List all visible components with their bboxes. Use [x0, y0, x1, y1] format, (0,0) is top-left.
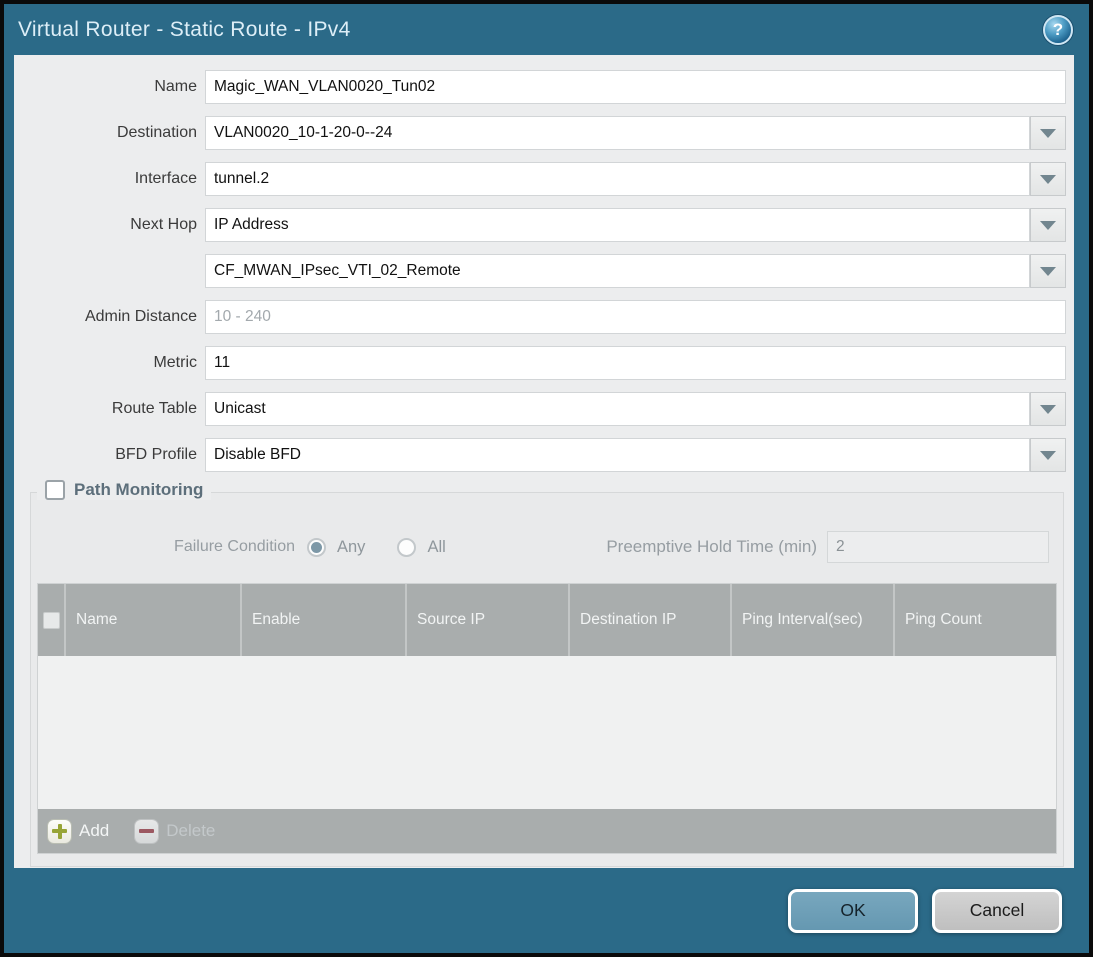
dialog-titlebar: Virtual Router - Static Route - IPv4 ? [4, 4, 1089, 55]
interface-input[interactable] [205, 162, 1030, 196]
help-icon[interactable]: ? [1043, 15, 1073, 45]
name-input[interactable] [205, 70, 1066, 104]
chevron-down-icon [1040, 451, 1056, 460]
form-row-next-hop: Next Hop [14, 208, 1074, 242]
dialog-footer: OK Cancel [4, 868, 1089, 953]
route-table-input[interactable] [205, 392, 1030, 426]
dialog-body: Name Destination Interface [14, 55, 1074, 868]
metric-label: Metric [14, 346, 205, 380]
form-row-route-table: Route Table [14, 392, 1074, 426]
table-header-ping-interval: Ping Interval(sec) [732, 584, 895, 656]
help-glyph: ? [1053, 20, 1063, 40]
table-header-ping-count: Ping Count [895, 584, 1056, 656]
failure-condition-row: Failure Condition Any All Preemptive Hol… [31, 531, 1063, 563]
bfd-profile-dropdown-button[interactable] [1030, 438, 1066, 472]
next-hop-address-label [14, 254, 205, 288]
next-hop-type-dropdown-button[interactable] [1030, 208, 1066, 242]
static-route-form: Name Destination Interface [14, 55, 1074, 472]
table-header-enable: Enable [242, 584, 407, 656]
failure-condition-any-label: Any [337, 538, 365, 557]
form-row-destination: Destination [14, 116, 1074, 150]
path-monitoring-fieldset: Path Monitoring Failure Condition Any Al… [30, 492, 1064, 867]
next-hop-address-input[interactable] [205, 254, 1030, 288]
cancel-button[interactable]: Cancel [932, 889, 1062, 933]
name-label: Name [14, 70, 205, 104]
ok-button[interactable]: OK [788, 889, 918, 933]
route-table-dropdown-button[interactable] [1030, 392, 1066, 426]
destination-input[interactable] [205, 116, 1030, 150]
form-row-bfd-profile: BFD Profile [14, 438, 1074, 472]
delete-button[interactable]: Delete [135, 820, 215, 843]
plus-icon [48, 820, 71, 843]
failure-condition-radio-group: Any All [307, 538, 446, 557]
chevron-down-icon [1040, 405, 1056, 414]
admin-distance-label: Admin Distance [14, 300, 205, 334]
form-row-interface: Interface [14, 162, 1074, 196]
table-toolbar: Add Delete [38, 809, 1056, 853]
dialog-title: Virtual Router - Static Route - IPv4 [18, 18, 351, 42]
path-monitoring-checkbox[interactable] [45, 480, 65, 500]
failure-condition-all-label: All [427, 538, 445, 557]
chevron-down-icon [1040, 221, 1056, 230]
failure-condition-any-radio[interactable] [307, 538, 326, 557]
chevron-down-icon [1040, 175, 1056, 184]
path-monitoring-title: Path Monitoring [74, 480, 203, 500]
form-row-next-hop-address [14, 254, 1074, 288]
add-button-label: Add [79, 821, 109, 841]
path-monitoring-table: Name Enable Source IP Destination IP Pin… [37, 583, 1057, 854]
select-all-checkbox[interactable] [43, 612, 60, 629]
route-table-label: Route Table [14, 392, 205, 426]
table-body-empty [38, 656, 1056, 809]
minus-icon [135, 820, 158, 843]
admin-distance-input[interactable] [205, 300, 1066, 334]
delete-button-label: Delete [166, 821, 215, 841]
destination-label: Destination [14, 116, 205, 150]
destination-dropdown-button[interactable] [1030, 116, 1066, 150]
preemptive-hold-time-label: Preemptive Hold Time (min) [606, 537, 827, 557]
preemptive-hold-time-input[interactable] [827, 531, 1049, 563]
chevron-down-icon [1040, 129, 1056, 138]
table-header-row: Name Enable Source IP Destination IP Pin… [38, 584, 1056, 656]
failure-condition-label: Failure Condition [31, 538, 307, 556]
form-row-admin-distance: Admin Distance [14, 300, 1074, 334]
dialog-window: Virtual Router - Static Route - IPv4 ? N… [4, 4, 1089, 953]
preemptive-hold-time-group: Preemptive Hold Time (min) [606, 531, 1049, 563]
chevron-down-icon [1040, 267, 1056, 276]
bfd-profile-input[interactable] [205, 438, 1030, 472]
failure-condition-all-radio[interactable] [397, 538, 416, 557]
table-header-name: Name [66, 584, 242, 656]
table-header-source-ip: Source IP [407, 584, 570, 656]
bfd-profile-label: BFD Profile [14, 438, 205, 472]
next-hop-type-input[interactable] [205, 208, 1030, 242]
table-header-destination-ip: Destination IP [570, 584, 732, 656]
form-row-name: Name [14, 70, 1074, 104]
interface-label: Interface [14, 162, 205, 196]
radio-dot [311, 542, 322, 553]
metric-input[interactable] [205, 346, 1066, 380]
add-button[interactable]: Add [48, 820, 109, 843]
interface-dropdown-button[interactable] [1030, 162, 1066, 196]
next-hop-label: Next Hop [14, 208, 205, 242]
table-header-checkbox-cell [38, 584, 66, 656]
path-monitoring-legend: Path Monitoring [37, 480, 211, 500]
form-row-metric: Metric [14, 346, 1074, 380]
next-hop-address-dropdown-button[interactable] [1030, 254, 1066, 288]
